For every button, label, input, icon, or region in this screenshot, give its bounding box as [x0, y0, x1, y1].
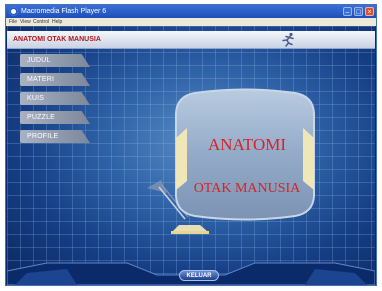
menu-control[interactable]: Control [33, 18, 49, 26]
menu-view[interactable]: View [20, 18, 31, 26]
menu-button-puzzle[interactable]: PUZZLE [20, 111, 90, 124]
close-button[interactable]: × [365, 7, 374, 16]
header-bar: ANATOMI OTAK MANUSIA [7, 31, 375, 49]
flash-app-icon [9, 7, 18, 16]
menu-button-profile[interactable]: PROFILE [20, 130, 90, 143]
title-bar: Macromedia Flash Player 6 – □ × [6, 5, 376, 18]
menu-button-materi[interactable]: MATERI [20, 73, 90, 86]
screen-title-line2: OTAK MANUSIA [194, 181, 301, 196]
menu-file[interactable]: File [9, 18, 17, 26]
header-title: ANATOMI OTAK MANUSIA [13, 36, 101, 43]
flash-stage: ANATOMI OTAK MANUSIA JUDUL MATERI KUIS P… [7, 26, 375, 285]
menu-bar: File View Control Help [6, 18, 376, 26]
runner-icon [282, 32, 294, 47]
menu-button-judul[interactable]: JUDUL [20, 54, 90, 67]
window-title: Macromedia Flash Player 6 [21, 8, 107, 15]
screen-title-line1: ANATOMI [208, 135, 286, 154]
menu-button-kuis[interactable]: KUIS [20, 92, 90, 105]
title-screen-display: ANATOMI OTAK MANUSIA [175, 88, 315, 221]
minimize-button[interactable]: – [343, 7, 352, 16]
keluar-button[interactable]: KELUAR [179, 270, 219, 281]
maximize-button[interactable]: □ [354, 7, 363, 16]
flash-player-window: Macromedia Flash Player 6 – □ × File Vie… [5, 4, 377, 286]
menu-help[interactable]: Help [52, 18, 62, 26]
